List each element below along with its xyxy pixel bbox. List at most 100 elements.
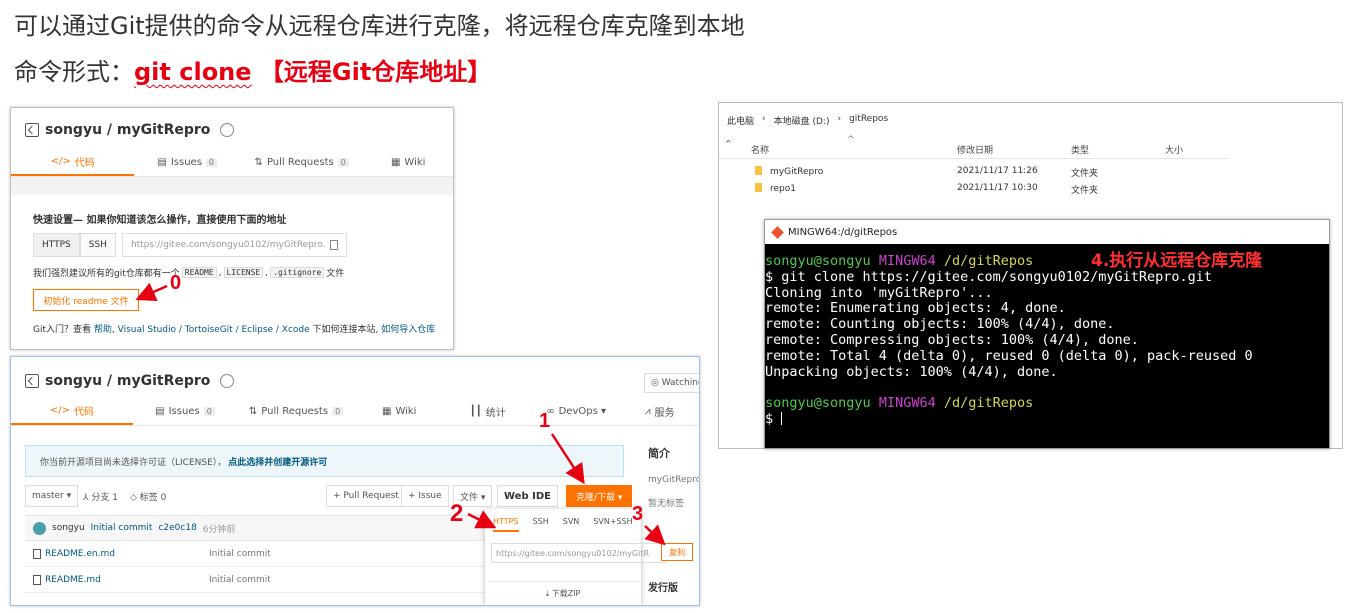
folder-name[interactable]: repo1 [770, 184, 796, 194]
crumb-gitrepos[interactable]: gitRepos [849, 114, 888, 127]
tab-issues[interactable]: ▤ Issues 0 [133, 397, 237, 425]
intro-title: 简介 [648, 447, 670, 460]
tab-pull-requests[interactable]: ⇅ Pull Requests 0 [240, 148, 363, 176]
file-commit-message[interactable]: Initial commit [209, 575, 271, 585]
clone-download-button[interactable]: 克隆/下载 ▾ [566, 485, 633, 507]
tab-code[interactable]: </> 代码 [11, 397, 133, 425]
tab-stats-label: 统计 [485, 407, 506, 419]
tab-wiki[interactable]: ▦ Wiki [355, 397, 443, 425]
intro-repo-name: myGitRepro [648, 475, 700, 485]
tab-code-label: 代码 [74, 157, 95, 169]
tab-stats[interactable]: ┃┃ 统计 [443, 397, 531, 425]
folder-icon [755, 166, 762, 175]
folder-icon [755, 183, 762, 192]
pull-request-icon: ⇅ [248, 405, 258, 417]
pr-count: 0 [337, 157, 349, 167]
web-ide-button[interactable]: Web IDE [497, 485, 558, 507]
column-date[interactable]: 修改日期 [957, 143, 993, 156]
terminal-line: remote: Compressing objects: 100% (4/4),… [765, 331, 1139, 348]
step-4-annotation: 4.执行从远程仓库克隆 [1091, 251, 1263, 271]
ide-guides-link[interactable]: Visual Studio / TortoiseGit / Eclipse / … [118, 325, 310, 335]
clone-url-field[interactable]: https://gitee.com/songyu0102/myGitR [491, 543, 665, 563]
folder-row[interactable]: repo1 2021/11/17 10:30 文件夹 [719, 181, 1239, 197]
repo-title-text: songyu / myGitRepro [45, 373, 211, 389]
init-readme-button[interactable]: 初始化 readme 文件 [33, 289, 139, 311]
tags-link[interactable]: ◇ 标签 0 [130, 485, 166, 507]
commit-message[interactable]: Initial commit [91, 523, 153, 533]
pull-request-button[interactable]: + Pull Request [326, 485, 406, 507]
tab-services[interactable]: ⩘ 服务 [620, 397, 699, 425]
crumb-this-pc[interactable]: 此电脑 [727, 114, 754, 127]
column-type[interactable]: 类型 [1071, 143, 1089, 156]
file-commit-message[interactable]: Initial commit [209, 549, 271, 559]
code-icon: </> [49, 404, 70, 416]
issues-icon: ▤ [155, 405, 165, 417]
clone-tab-svn-ssh[interactable]: SVN+SSH [593, 517, 632, 532]
tab-code[interactable]: </> 代码 [11, 148, 135, 176]
annotation-number-1: 1 [539, 410, 551, 432]
branch-select[interactable]: master ▾ [25, 485, 79, 507]
clone-protocol-tabs: HTTPS SSH SVN SVN+SSH [493, 517, 633, 532]
tab-code-label: 代码 [74, 406, 94, 418]
crumb-local-disk[interactable]: 本地磁盘 (D:) [774, 114, 830, 127]
file-row[interactable]: README.md Initial commit [25, 568, 485, 593]
repo-url-field[interactable]: https://gitee.com/songyu0102/myGitRepro. [121, 233, 347, 257]
watch-button[interactable]: ◎ Watching [644, 373, 699, 393]
ssh-button[interactable]: SSH [79, 233, 116, 257]
create-license-link[interactable]: 点此选择并创建开源许可 [228, 455, 327, 468]
text-cursor [781, 411, 783, 425]
gitee-empty-repo-panel: songyu / myGitRepro </> 代码 ▤ Issues 0 ⇅ Pull… [10, 107, 454, 350]
repo-tabs: </> 代码 ▤ Issues 0 ⇅ Pull Requests 0 ▦ Wiki ┃┃ 统… [11, 397, 699, 426]
pr-count: 0 [332, 406, 344, 416]
clone-tab-https[interactable]: HTTPS [493, 517, 519, 532]
separator: , [265, 267, 269, 278]
annotation-number-3: 3 [632, 503, 644, 525]
git-clone-command: git clone [134, 58, 252, 86]
terminal-line: Unpacking objects: 100% (4/4), done. [765, 363, 1058, 380]
remote-address-placeholder: 【远程Git仓库地址】 [251, 58, 492, 86]
tab-issues[interactable]: ▤ Issues 0 [134, 148, 240, 176]
column-size[interactable]: 大小 [1165, 143, 1183, 156]
suggestion-suffix: 文件 [326, 269, 345, 279]
tabs-spacer [11, 177, 453, 195]
suggestion-text: 我们强烈建议所有的git仓库都有一个 [33, 269, 180, 279]
terminal-output[interactable]: songyu@songyu MINGW64 /d/gitRepos $ git … [765, 244, 1329, 448]
commit-hash[interactable]: c2e0c18 [158, 523, 196, 533]
folder-row[interactable]: myGitRepro 2021/11/17 11:26 文件夹 [719, 164, 1239, 180]
download-zip-link[interactable]: ⤓ 下载ZIP [485, 581, 641, 599]
repo-title[interactable]: songyu / myGitRepro [25, 373, 235, 389]
commit-time: 6分钟前 [202, 524, 236, 535]
breadcrumb: 此电脑 › 本地磁盘 (D:) › gitRepos [727, 114, 888, 127]
column-name[interactable]: 名称 [751, 143, 769, 156]
tab-devops-label: DevOps ▾ [558, 405, 606, 417]
copy-icon[interactable] [329, 240, 338, 250]
prompt-path: /d/gitRepos [943, 253, 1034, 269]
file-row[interactable]: README.en.md Initial commit [25, 542, 485, 567]
pull-request-icon: ⇅ [254, 156, 263, 168]
repo-title[interactable]: songyu / myGitRepro [25, 122, 235, 138]
terminal-line: $ git clone https://gitee.com/songyu0102… [765, 268, 1213, 285]
commit-author[interactable]: songyu [52, 523, 85, 533]
tab-pull-requests[interactable]: ⇅ Pull Requests 0 [237, 397, 355, 425]
branches-link[interactable]: ⅄ 分支 1 [83, 485, 118, 507]
issues-icon: ▤ [157, 156, 167, 168]
services-icon: ⩘ [644, 405, 651, 417]
file-name[interactable]: README.md [45, 575, 101, 585]
sort-arrow-icon: ^ [847, 135, 855, 145]
license-notice: 你当前开源项目尚未选择许可证（LICENSE）， 点此选择并创建开源许可 [25, 445, 624, 477]
import-repo-link[interactable]: 如何导入仓库 [381, 325, 435, 335]
tab-pr-label: Pull Requests [266, 156, 334, 168]
crumb-separator: › [837, 114, 842, 124]
tab-wiki[interactable]: ▦ Wiki [363, 148, 453, 176]
tab-issues-label: Issues [170, 156, 202, 168]
folder-name[interactable]: myGitRepro [770, 167, 823, 177]
annotation-number-2: 2 [450, 500, 464, 527]
avatar [33, 521, 46, 535]
new-issue-button[interactable]: + Issue [401, 485, 449, 507]
terminal-line: remote: Counting objects: 100% (4/4), do… [765, 316, 1115, 333]
clone-tab-ssh[interactable]: SSH [533, 517, 549, 532]
help-link[interactable]: 帮助 [94, 325, 112, 335]
clone-tab-svn[interactable]: SVN [563, 517, 580, 532]
file-name[interactable]: README.en.md [45, 549, 115, 559]
https-button[interactable]: HTTPS [33, 233, 80, 257]
